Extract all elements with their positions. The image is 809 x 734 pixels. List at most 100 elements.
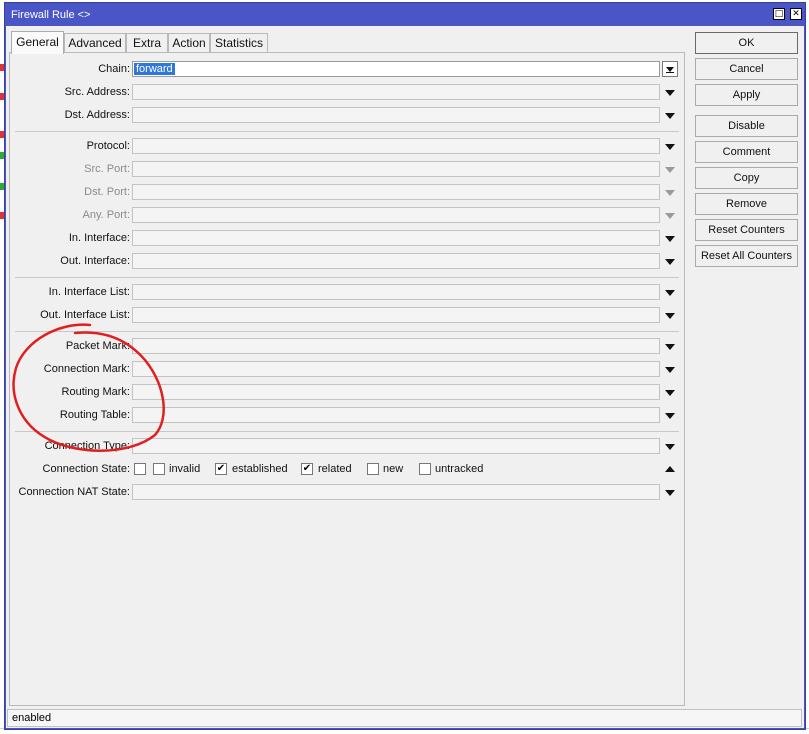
chevron-down-icon[interactable] xyxy=(665,113,675,119)
connection-type-field[interactable] xyxy=(132,438,660,454)
dst-port-label: Dst. Port: xyxy=(84,186,130,198)
dst-address-label: Dst. Address: xyxy=(64,109,130,121)
restore-icon[interactable]: □ xyxy=(773,8,785,20)
reset-all-counters-button[interactable]: Reset All Counters xyxy=(695,245,798,267)
related-checkbox[interactable]: ✔ xyxy=(301,463,313,475)
connection-type-label: Connection Type: xyxy=(44,440,130,452)
invalid-checkbox[interactable] xyxy=(153,463,165,475)
src-address-label: Src. Address: xyxy=(64,86,130,98)
protocol-row: Protocol: xyxy=(10,137,686,157)
close-icon[interactable]: ✕ xyxy=(790,8,802,20)
status-bar: enabled xyxy=(7,709,802,727)
divider xyxy=(15,331,679,332)
connection-state-negate-checkbox[interactable] xyxy=(134,463,146,475)
general-panel: Chain: forward Src. Address: Dst. Addres… xyxy=(9,52,685,706)
divider xyxy=(15,277,679,278)
packet-mark-field[interactable] xyxy=(132,338,660,354)
tab-advanced[interactable]: Advanced xyxy=(64,33,126,52)
any-port-row: Any. Port: xyxy=(10,206,686,226)
dst-address-field[interactable] xyxy=(132,107,660,123)
reset-counters-button[interactable]: Reset Counters xyxy=(695,219,798,241)
dst-port-row: Dst. Port: xyxy=(10,183,686,203)
tab-general[interactable]: General xyxy=(11,31,64,54)
any-port-label: Any. Port: xyxy=(82,209,130,221)
copy-button[interactable]: Copy xyxy=(695,167,798,189)
chevron-down-icon[interactable] xyxy=(665,313,675,319)
tab-statistics[interactable]: Statistics xyxy=(210,33,268,52)
chevron-down-icon[interactable] xyxy=(665,490,675,496)
dst-address-row: Dst. Address: xyxy=(10,106,686,126)
chain-label: Chain: xyxy=(98,63,130,75)
routing-table-row: Routing Table: xyxy=(10,406,686,426)
routing-mark-label: Routing Mark: xyxy=(61,386,130,398)
disable-button[interactable]: Disable xyxy=(695,115,798,137)
divider xyxy=(15,131,679,132)
chevron-down-icon[interactable] xyxy=(665,236,675,242)
out-interface-list-field[interactable] xyxy=(132,307,660,323)
connection-nat-state-label: Connection NAT State: xyxy=(18,486,131,498)
dropdown-underline-icon xyxy=(666,72,674,73)
out-interface-list-label: Out. Interface List: xyxy=(40,309,130,321)
untracked-label: untracked xyxy=(435,463,484,475)
chevron-up-icon[interactable] xyxy=(665,466,675,472)
chevron-down-icon xyxy=(665,167,675,173)
established-checkbox[interactable]: ✔ xyxy=(215,463,227,475)
routing-mark-row: Routing Mark: xyxy=(10,383,686,403)
chevron-down-icon[interactable] xyxy=(665,144,675,150)
chevron-down-icon[interactable] xyxy=(665,367,675,373)
chevron-down-icon[interactable] xyxy=(665,259,675,265)
src-port-label: Src. Port: xyxy=(84,163,130,175)
in-interface-label: In. Interface: xyxy=(68,232,130,244)
in-interface-list-label: In. Interface List: xyxy=(48,286,130,298)
untracked-checkbox[interactable] xyxy=(419,463,431,475)
in-interface-list-row: In. Interface List: xyxy=(10,283,686,303)
chevron-down-icon[interactable] xyxy=(665,413,675,419)
out-interface-label: Out. Interface: xyxy=(60,255,130,267)
src-address-row: Src. Address: xyxy=(10,83,686,103)
connection-mark-label: Connection Mark: xyxy=(43,363,130,375)
window-title: Firewall Rule <> xyxy=(11,9,91,21)
chevron-down-icon[interactable] xyxy=(665,290,675,296)
chain-dropdown-button[interactable] xyxy=(662,61,678,77)
tab-extra[interactable]: Extra xyxy=(126,33,168,52)
dst-port-field xyxy=(132,184,660,200)
tab-action[interactable]: Action xyxy=(168,33,210,52)
packet-mark-label: Packet Mark: xyxy=(65,340,130,352)
window-client-area: General Advanced Extra Action Statistics… xyxy=(6,26,804,728)
connection-state-label: Connection State: xyxy=(42,463,130,475)
any-port-field xyxy=(132,207,660,223)
in-interface-row: In. Interface: xyxy=(10,229,686,249)
status-text: enabled xyxy=(12,712,52,724)
chevron-down-icon[interactable] xyxy=(665,444,675,450)
src-port-field xyxy=(132,161,660,177)
routing-mark-field[interactable] xyxy=(132,384,660,400)
in-interface-field[interactable] xyxy=(132,230,660,246)
chain-field[interactable]: forward xyxy=(132,61,660,77)
chevron-down-icon[interactable] xyxy=(665,390,675,396)
out-interface-field[interactable] xyxy=(132,253,660,269)
remove-button[interactable]: Remove xyxy=(695,193,798,215)
chevron-down-icon xyxy=(665,190,675,196)
routing-table-field[interactable] xyxy=(132,407,660,423)
connection-state-row: Connection State: invalid ✔ established … xyxy=(10,460,686,480)
src-address-field[interactable] xyxy=(132,84,660,100)
chevron-down-icon[interactable] xyxy=(665,344,675,350)
title-bar[interactable]: Firewall Rule <> □ ✕ xyxy=(5,3,805,27)
routing-table-label: Routing Table: xyxy=(59,409,130,421)
chevron-down-icon[interactable] xyxy=(665,90,675,96)
ok-button[interactable]: OK xyxy=(695,32,798,54)
chain-row: Chain: forward xyxy=(10,60,686,80)
connection-mark-field[interactable] xyxy=(132,361,660,377)
chevron-down-icon xyxy=(665,213,675,219)
comment-button[interactable]: Comment xyxy=(695,141,798,163)
connection-nat-state-field[interactable] xyxy=(132,484,660,500)
invalid-label: invalid xyxy=(169,463,201,475)
apply-button[interactable]: Apply xyxy=(695,84,798,106)
protocol-field[interactable] xyxy=(132,138,660,154)
cancel-button[interactable]: Cancel xyxy=(695,58,798,80)
connection-type-row: Connection Type: xyxy=(10,437,686,457)
related-label: related xyxy=(318,463,352,475)
new-checkbox[interactable] xyxy=(367,463,379,475)
packet-mark-row: Packet Mark: xyxy=(10,337,686,357)
in-interface-list-field[interactable] xyxy=(132,284,660,300)
